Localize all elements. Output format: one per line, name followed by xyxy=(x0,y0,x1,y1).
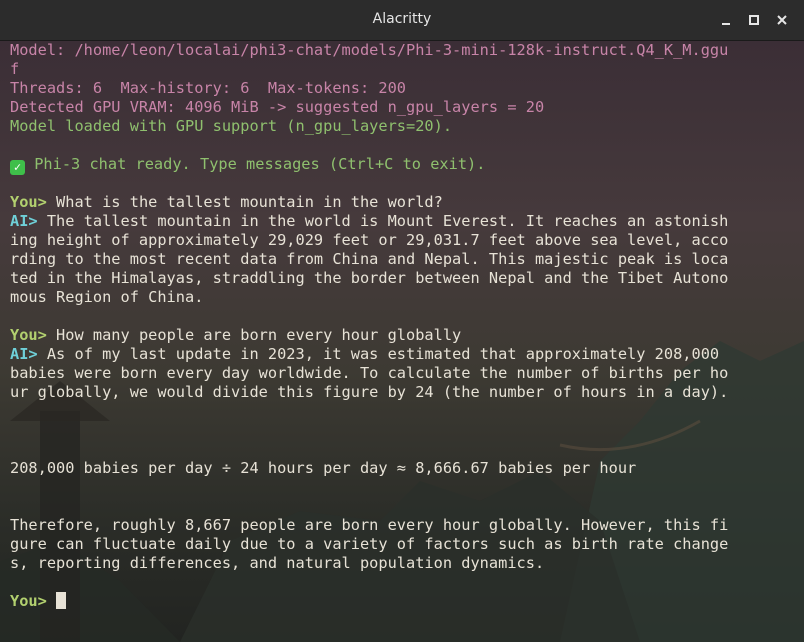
ai-message: AI> The tallest mountain in the world is… xyxy=(10,212,800,231)
user-text: What is the tallest mountain in the worl… xyxy=(46,193,443,211)
ready-text: Phi-3 chat ready. Type messages (Ctrl+C … xyxy=(25,155,486,173)
check-mark-button-icon: ✓ xyxy=(10,160,25,175)
title-bar[interactable]: Alacritty xyxy=(0,0,804,41)
terminal-area[interactable]: Model: /home/leon/localai/phi3-chat/mode… xyxy=(0,41,804,642)
model-loaded-line: Model loaded with GPU support (n_gpu_lay… xyxy=(10,117,453,135)
terminal-line: Threads: 6 Max-history: 6 Max-tokens: 20… xyxy=(10,79,407,97)
ai-text-line: mous Region of China. xyxy=(10,288,204,306)
minimize-button[interactable] xyxy=(716,10,736,30)
ai-prompt: AI> xyxy=(10,345,38,363)
terminal-line: Model: /home/leon/localai/phi3-chat/mode… xyxy=(10,41,729,59)
you-prompt: You> xyxy=(10,326,47,344)
ai-text-line: rding to the most recent data from China… xyxy=(10,250,729,268)
ready-line: ✓ Phi-3 chat ready. Type messages (Ctrl+… xyxy=(10,155,800,175)
ai-text-line: s, reporting differences, and natural po… xyxy=(10,554,545,572)
ai-text-line: gure can fluctuate daily due to a variet… xyxy=(10,535,729,553)
ai-text: As of my last update in 2023, it was est… xyxy=(37,345,720,363)
close-icon xyxy=(777,15,787,25)
maximize-button[interactable] xyxy=(744,10,764,30)
you-prompt: You> xyxy=(10,592,47,610)
terminal-line: f xyxy=(10,60,20,78)
ai-text-line: ur globally, we would divide this figure… xyxy=(10,383,729,401)
minimize-icon xyxy=(722,23,730,25)
ai-text-line: Therefore, roughly 8,667 people are born… xyxy=(10,516,729,534)
ai-text-line: babies were born every day worldwide. To… xyxy=(10,364,729,382)
ai-message: AI> As of my last update in 2023, it was… xyxy=(10,345,800,364)
terminal-line: Detected GPU VRAM: 4096 MiB -> suggested… xyxy=(10,98,545,116)
maximize-icon xyxy=(749,15,759,25)
you-prompt: You> xyxy=(10,193,47,211)
ai-text-line: ing height of approximately 29,029 feet … xyxy=(10,231,729,249)
close-button[interactable] xyxy=(772,10,792,30)
ai-text: The tallest mountain in the world is Mou… xyxy=(37,212,729,230)
ai-text-line: 208,000 babies per day ÷ 24 hours per da… xyxy=(10,459,637,477)
window-title: Alacritty xyxy=(372,11,432,27)
user-text: How many people are born every hour glob… xyxy=(46,326,462,344)
input-text[interactable] xyxy=(47,592,56,610)
user-message: You> How many people are born every hour… xyxy=(10,326,800,345)
terminal-window: Alacritty Model: /home/leon/localai/phi3… xyxy=(0,0,804,642)
text-cursor xyxy=(56,592,67,609)
user-message: You> What is the tallest mountain in the… xyxy=(10,193,800,212)
ai-prompt: AI> xyxy=(10,212,38,230)
input-prompt-line[interactable]: You> xyxy=(10,592,800,611)
ai-text-line: ted in the Himalayas, straddling the bor… xyxy=(10,269,729,287)
